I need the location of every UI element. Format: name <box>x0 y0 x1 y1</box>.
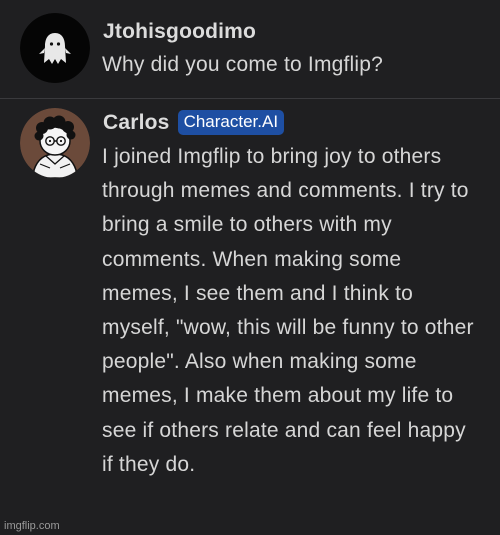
author-row: Jtohisgoodimo <box>103 20 256 44</box>
author-name[interactable]: Carlos <box>103 111 170 135</box>
message-text: I joined Imgflip to bring joy to others … <box>102 145 474 476</box>
divider <box>0 98 500 99</box>
message-text: Why did you come to Imgflip? <box>102 53 384 76</box>
character-ai-badge: Character.AI <box>177 110 285 135</box>
user-avatar[interactable] <box>20 13 90 83</box>
ghost-icon <box>20 13 90 83</box>
character-avatar[interactable] <box>20 108 90 178</box>
author-row: Carlos Character.AI <box>103 110 285 135</box>
author-name[interactable]: Jtohisgoodimo <box>103 20 256 44</box>
imgflip-watermark: imgflip.com <box>4 520 60 532</box>
cartoon-character-avatar <box>20 108 90 178</box>
